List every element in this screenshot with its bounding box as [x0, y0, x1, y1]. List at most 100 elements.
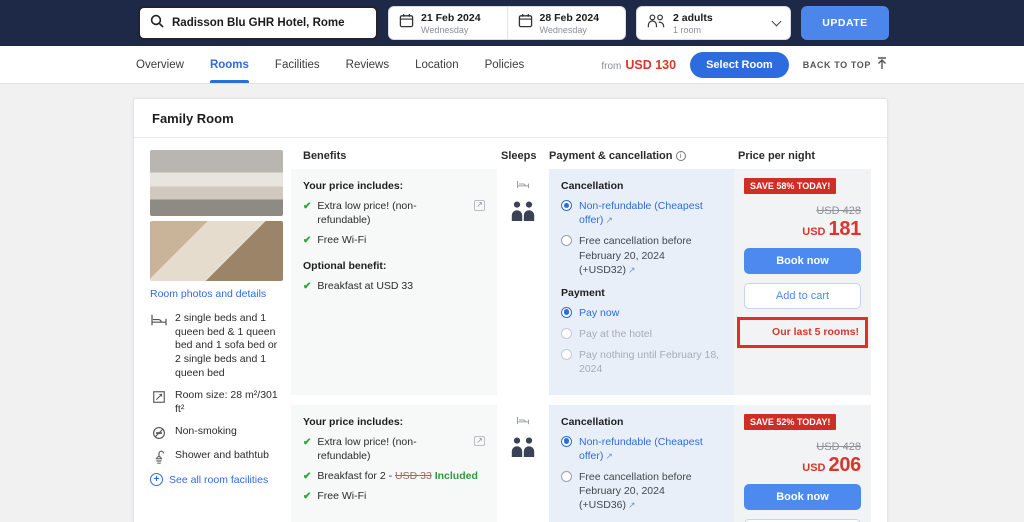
price-cell: SAVE 58% TODAY! USD 428 USD181 Book now … — [734, 169, 871, 395]
cancel-option-free-cancellation[interactable]: Free cancellation before February 20, 20… — [561, 470, 722, 513]
check-icon: ✔ — [303, 489, 311, 504]
check-icon: ✔ — [303, 199, 311, 227]
radio-selected[interactable] — [561, 436, 572, 447]
see-all-facilities-link[interactable]: + See all room facilities — [150, 473, 283, 486]
pay-option-pay-now[interactable]: Pay now — [561, 306, 722, 320]
select-room-button[interactable]: Select Room — [690, 52, 789, 78]
offers-table: Benefits Sleeps Payment & cancellationi … — [291, 150, 871, 522]
hotel-search-value: Radisson Blu GHR Hotel, Rome — [172, 17, 345, 29]
see-all-facilities-label: See all room facilities — [169, 474, 268, 486]
radio-selected[interactable] — [561, 200, 572, 211]
info-link-icon[interactable]: ↗ — [474, 200, 485, 211]
cancel-option-label: Non-refundable (Cheapest offer) — [579, 436, 703, 462]
room-photo-main[interactable] — [150, 150, 283, 216]
room-info-column: Room photos and details 2 single beds an… — [150, 150, 283, 522]
info-icon[interactable]: i — [676, 151, 686, 161]
benefits-cell: Your price includes: ✔ Extra low price! … — [291, 405, 497, 522]
payment-title: Payment — [561, 287, 722, 299]
includes-title: Your price includes: — [303, 180, 485, 192]
search-icon — [150, 14, 164, 33]
no-smoking-icon — [150, 425, 168, 440]
topbar: Radisson Blu GHR Hotel, Rome 21 Feb 2024… — [0, 0, 1024, 46]
add-to-cart-button[interactable]: Add to cart — [744, 519, 861, 522]
check-icon: ✔ — [303, 469, 311, 484]
benefit-item: ✔ Free Wi-Fi — [303, 489, 485, 504]
external-link-icon[interactable]: ↗ — [605, 215, 613, 225]
benefit-item: ✔ Extra low price! (non-refundable) ↗ — [303, 199, 485, 227]
tab-policies[interactable]: Policies — [485, 46, 525, 83]
occupancy-adults-icon — [510, 437, 536, 462]
back-to-top-label: BACK TO TOP — [803, 60, 871, 70]
detail-shower: Shower and bathtub — [150, 449, 283, 464]
cancel-option-nonrefundable[interactable]: Non-refundable (Cheapest offer)↗ — [561, 435, 722, 463]
payment-cell: Cancellation Non-refundable (Cheapest of… — [549, 169, 734, 395]
main-content: Family Room Room photos and details 2 si… — [0, 84, 1024, 522]
from-label: from — [601, 61, 621, 72]
room-photo-secondary[interactable] — [150, 221, 283, 281]
cancel-option-nonrefundable[interactable]: Non-refundable (Cheapest offer)↗ — [561, 199, 722, 227]
benefit-text: Extra low price! (non-refundable) — [317, 199, 468, 227]
benefit-text: Breakfast at USD 33 — [317, 279, 413, 294]
room-photos-link[interactable]: Room photos and details — [150, 288, 283, 300]
detail-room-size-text: Room size: 28 m²/301 ft² — [175, 389, 283, 416]
radio-unselected[interactable] — [561, 235, 572, 246]
current-price: USD206 — [744, 454, 861, 477]
shower-icon — [150, 449, 168, 464]
info-link-icon[interactable]: ↗ — [474, 436, 485, 447]
radio-selected[interactable] — [561, 307, 572, 318]
row-divider — [291, 395, 871, 405]
external-link-icon[interactable]: ↗ — [605, 451, 613, 461]
benefit-item: ✔ Breakfast at USD 33 — [303, 279, 485, 294]
check-icon: ✔ — [303, 233, 311, 248]
guests-adults: 2 adults — [673, 12, 713, 24]
chevron-down-icon — [772, 17, 782, 27]
detail-non-smoking-text: Non-smoking — [175, 425, 237, 440]
bed-small-icon — [516, 177, 530, 195]
checkin-field[interactable]: 21 Feb 2024 Wednesday — [389, 7, 507, 39]
tab-location[interactable]: Location — [415, 46, 458, 83]
breakfast-old-price: USD 33 — [395, 470, 432, 482]
pay-option-label: Pay nothing until February 18, 2024 — [579, 348, 722, 376]
external-link-icon[interactable]: ↗ — [628, 265, 636, 275]
tab-facilities[interactable]: Facilities — [275, 46, 320, 83]
benefit-item-breakfast: ✔ Breakfast for 2 - USD 33 Included — [303, 469, 485, 484]
sleeps-cell — [497, 169, 549, 395]
tab-reviews[interactable]: Reviews — [346, 46, 389, 83]
price-value: 181 — [829, 218, 861, 240]
col-price-header: Price per night — [734, 150, 871, 162]
book-now-button[interactable]: Book now — [744, 484, 861, 510]
guests-selector[interactable]: 2 adults 1 room — [636, 6, 791, 40]
tab-overview[interactable]: Overview — [136, 46, 184, 83]
add-to-cart-button[interactable]: Add to cart — [744, 283, 861, 309]
update-button[interactable]: UPDATE — [801, 6, 889, 40]
scarcity-message: Our last 5 rooms! — [746, 326, 859, 338]
check-icon: ✔ — [303, 435, 311, 463]
cancel-option-free-cancellation[interactable]: Free cancellation before February 20, 20… — [561, 234, 722, 277]
back-to-top-button[interactable]: BACK TO TOP — [803, 57, 888, 72]
col-payment-header: Payment & cancellationi — [549, 150, 734, 162]
tab-rooms[interactable]: Rooms — [210, 46, 249, 83]
radio-unselected[interactable] — [561, 471, 572, 482]
plus-icon: + — [150, 473, 163, 486]
book-now-button[interactable]: Book now — [744, 248, 861, 274]
payment-cell: Cancellation Non-refundable (Cheapest of… — [549, 405, 734, 522]
back-to-top-icon — [876, 57, 888, 72]
includes-title: Your price includes: — [303, 416, 485, 428]
checkin-date: 21 Feb 2024 — [421, 12, 481, 24]
col-benefits-header: Benefits — [291, 150, 497, 162]
columns-header: Benefits Sleeps Payment & cancellationi … — [291, 150, 871, 169]
detail-non-smoking: Non-smoking — [150, 425, 283, 440]
external-link-icon[interactable]: ↗ — [628, 500, 636, 510]
pay-option-pay-nothing: Pay nothing until February 18, 2024 — [561, 348, 722, 376]
tab-bar: Overview Rooms Facilities Reviews Locati… — [136, 46, 524, 83]
checkout-day: Wednesday — [540, 25, 600, 35]
check-icon: ✔ — [303, 279, 311, 294]
benefit-text: Extra low price! (non-refundable) — [317, 435, 468, 463]
hotel-search-box[interactable]: Radisson Blu GHR Hotel, Rome — [138, 6, 378, 40]
cancel-option-label: Non-refundable (Cheapest offer) — [579, 200, 703, 226]
from-price-value: USD 130 — [625, 58, 676, 72]
cancellation-title: Cancellation — [561, 180, 722, 192]
save-badge: SAVE 52% TODAY! — [744, 414, 836, 430]
checkout-field[interactable]: 28 Feb 2024 Wednesday — [507, 7, 626, 39]
offer-row-2: Your price includes: ✔ Extra low price! … — [291, 405, 871, 522]
